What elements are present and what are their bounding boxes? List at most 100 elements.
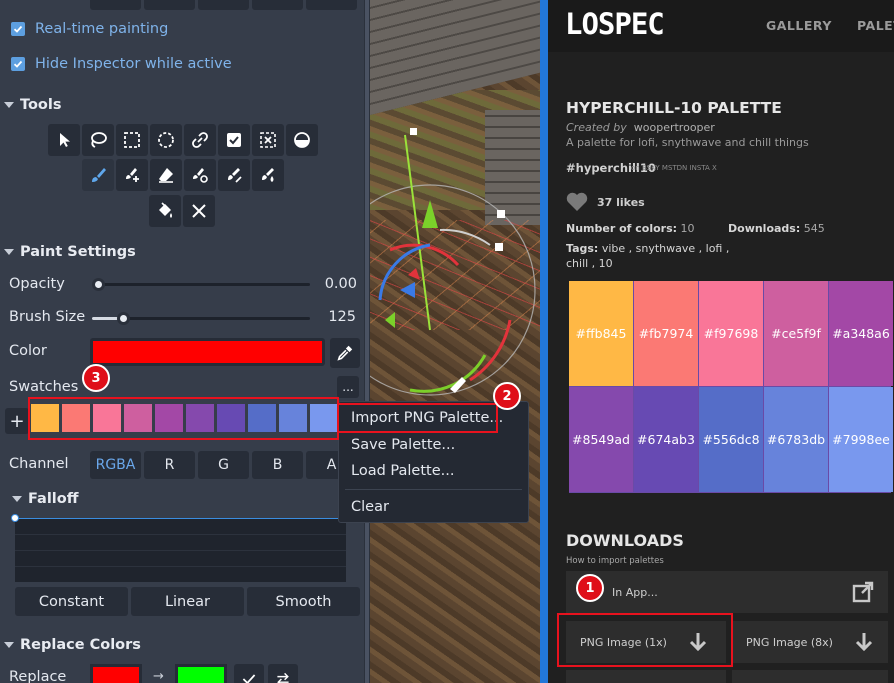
- tags-line[interactable]: chill , 10: [566, 257, 613, 270]
- how-to-import-link[interactable]: How to import palettes: [566, 556, 664, 566]
- opacity-slider[interactable]: [96, 283, 310, 286]
- top-cell[interactable]: [90, 0, 141, 10]
- channel-g-button[interactable]: G: [198, 451, 249, 479]
- step-badge-2: 2: [493, 382, 521, 410]
- replace-from-color[interactable]: [90, 664, 142, 683]
- replace-to-color[interactable]: [175, 664, 227, 683]
- highlight-swatches: [28, 397, 339, 440]
- check-tool[interactable]: [218, 124, 250, 156]
- palette-color-cell[interactable]: #ffb845: [569, 281, 633, 386]
- brush-tool[interactable]: [82, 159, 114, 191]
- smooth-button[interactable]: Smooth: [247, 587, 360, 616]
- circle-select-tool[interactable]: [150, 124, 182, 156]
- brush-size-label: Brush Size: [9, 309, 86, 325]
- tools-section-header[interactable]: Tools: [4, 97, 62, 113]
- tags-line[interactable]: vibe , snythwave , lofi ,: [602, 242, 730, 255]
- rect-select-icon: [124, 132, 140, 148]
- tools-row-2: [82, 159, 284, 191]
- brush-target-tool[interactable]: [184, 159, 216, 191]
- menu-item-save-palette[interactable]: Save Palette...: [351, 437, 455, 453]
- author-link[interactable]: woopertrooper: [634, 121, 715, 134]
- paint-settings-header[interactable]: Paint Settings: [4, 244, 136, 260]
- inspector-scrollbar-thumb[interactable]: [365, 0, 369, 683]
- opacity-slider-knob[interactable]: [92, 278, 105, 291]
- palette-color-cell[interactable]: #7998ee: [829, 387, 893, 492]
- palette-color-hex: #ffb845: [575, 326, 627, 341]
- pointer-tool[interactable]: [48, 124, 80, 156]
- palette-color-cell[interactable]: #fb7974: [634, 281, 698, 386]
- hide-inspector-toggle[interactable]: Hide Inspector while active: [11, 56, 232, 72]
- palette-color-cell[interactable]: #556dc8: [699, 387, 763, 492]
- opacity-label: Opacity: [9, 276, 65, 292]
- brush-add-tool[interactable]: [116, 159, 148, 191]
- current-color: [93, 341, 322, 363]
- eraser-tool[interactable]: [150, 159, 182, 191]
- palette-color-cell[interactable]: #f97698: [699, 281, 763, 386]
- palette-color-cell[interactable]: #6783db: [764, 387, 828, 492]
- brush-drop-tool[interactable]: [252, 159, 284, 191]
- constant-button[interactable]: Constant: [15, 587, 128, 616]
- palette-color-cell[interactable]: #8549ad: [569, 387, 633, 492]
- open-in-app-button[interactable]: In App...: [566, 571, 888, 613]
- hemisphere-tool[interactable]: [286, 124, 318, 156]
- replace-colors-header[interactable]: Replace Colors: [4, 637, 141, 653]
- checkbox-checked-icon[interactable]: [11, 57, 25, 71]
- nav-palettes-link[interactable]: PALET: [857, 18, 894, 33]
- top-cell[interactable]: [306, 0, 357, 10]
- transform-gizmo[interactable]: [370, 0, 540, 683]
- eyedropper-button[interactable]: [330, 338, 360, 368]
- pointer-icon: [60, 133, 70, 147]
- menu-item-load-palette[interactable]: Load Palette...: [351, 463, 454, 479]
- clear-tool[interactable]: [183, 195, 215, 227]
- swatches-menu-button[interactable]: ...: [337, 376, 359, 398]
- checkbox-checked-icon[interactable]: [11, 22, 25, 36]
- palette-color-cell[interactable]: #a348a6: [829, 281, 893, 386]
- palette-color-cell[interactable]: #ce5f9f: [764, 281, 828, 386]
- brush-size-slider-knob[interactable]: [117, 312, 130, 325]
- top-cell[interactable]: [144, 0, 195, 10]
- window-divider: [540, 0, 548, 683]
- link-tool[interactable]: [184, 124, 216, 156]
- created-by-prefix: Created by: [566, 121, 627, 134]
- falloff-curve-handle[interactable]: [11, 514, 19, 522]
- scene-viewport[interactable]: [370, 0, 540, 683]
- arrow-right-icon: →: [153, 669, 164, 683]
- channel-r-button[interactable]: R: [144, 451, 195, 479]
- color-picker-field[interactable]: [90, 338, 325, 366]
- brush-add-icon: [126, 168, 139, 182]
- palette-color-cell[interactable]: #674ab3: [634, 387, 698, 492]
- more-download-button[interactable]: [732, 670, 888, 683]
- lasso-tool[interactable]: [82, 124, 114, 156]
- section-title: Replace Colors: [20, 637, 141, 653]
- apply-replace-button[interactable]: [234, 664, 264, 683]
- menu-item-clear[interactable]: Clear: [351, 499, 389, 515]
- stat-value: 545: [803, 222, 825, 235]
- highlight-png-download: [557, 613, 733, 667]
- select-x-icon: [260, 132, 276, 148]
- top-cell[interactable]: [198, 0, 249, 10]
- falloff-header[interactable]: Falloff: [12, 491, 79, 507]
- like-button[interactable]: 37 likes: [566, 192, 645, 212]
- add-swatch-button[interactable]: +: [5, 408, 29, 434]
- linear-button[interactable]: Linear: [131, 587, 244, 616]
- stat-label: Tags:: [566, 242, 599, 255]
- tools-row-1: [48, 124, 318, 156]
- nav-gallery-link[interactable]: GALLERY: [766, 18, 832, 33]
- lospec-logo[interactable]: LOSPEC: [565, 7, 665, 41]
- top-cell[interactable]: [252, 0, 303, 10]
- brush-slash-tool[interactable]: [218, 159, 250, 191]
- png-8x-download-button[interactable]: PNG Image (8x): [732, 621, 888, 663]
- social-links[interactable]: on BSKY MSTDN INSTA X: [631, 164, 717, 172]
- select-x-tool[interactable]: [252, 124, 284, 156]
- channel-rgba-button[interactable]: RGBA: [90, 451, 141, 479]
- fill-tool[interactable]: [149, 195, 181, 227]
- downloads-count: Downloads: 545: [728, 222, 825, 235]
- falloff-curve-editor[interactable]: [15, 518, 346, 582]
- png-8x-label: PNG Image (8x): [746, 635, 833, 649]
- channel-b-button[interactable]: B: [252, 451, 303, 479]
- falloff-mode-buttons: Constant Linear Smooth: [15, 587, 360, 616]
- swap-colors-button[interactable]: [268, 664, 298, 683]
- rect-select-tool[interactable]: [116, 124, 148, 156]
- more-download-button[interactable]: [566, 670, 726, 683]
- realtime-painting-toggle[interactable]: Real-time painting: [11, 21, 168, 37]
